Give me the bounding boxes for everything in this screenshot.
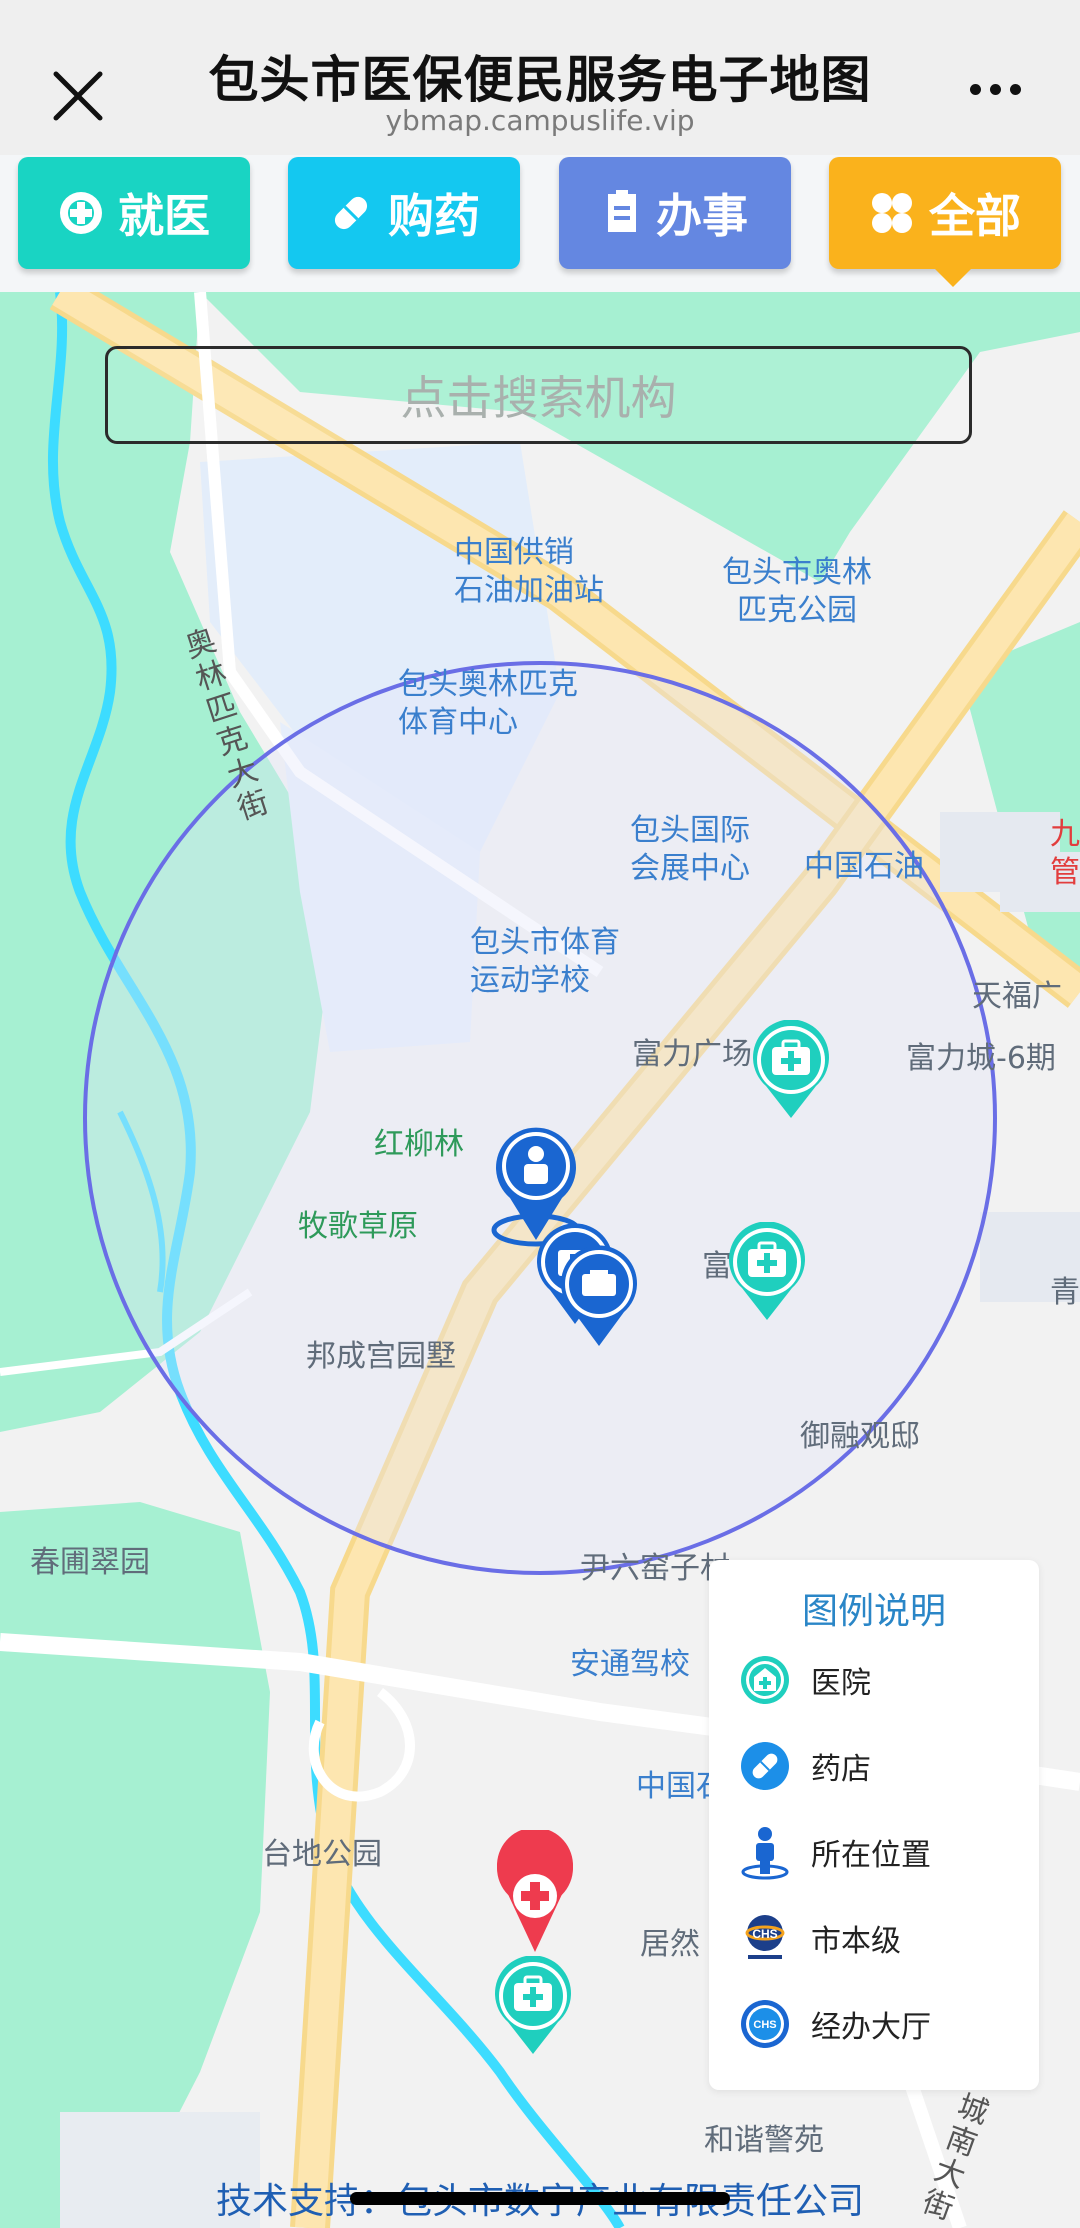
red-cross-pin-icon: [497, 1827, 573, 1952]
map-label-sports-center: 包头奥林匹克 体育中心: [398, 666, 578, 742]
page-title: 包头市医保便民服务电子地图: [208, 51, 872, 109]
hospital-marker[interactable]: [490, 1955, 576, 2060]
map-label-bangcheng: 邦成宫园墅: [306, 1339, 456, 1374]
service-hall-pin-icon: [561, 1245, 637, 1346]
map-label-line: 包头国际 会展中心: [630, 813, 750, 886]
category-service-button[interactable]: 办事: [559, 157, 791, 269]
pharmacy-icon: [739, 1740, 791, 1792]
map-label-fuli-city: 富力城-6期: [906, 1041, 1056, 1076]
map-label-juran: 居然: [640, 1927, 700, 1962]
map-label-qing: 青: [1050, 1275, 1080, 1310]
map-label-jiu: 九 管: [1050, 816, 1080, 892]
category-label: 全部: [929, 189, 1021, 243]
hospital-marker[interactable]: [724, 1221, 810, 1326]
more-dot-icon: [970, 84, 981, 95]
legend-item-hospital: 医院: [739, 1650, 871, 1710]
map-label-sports-school: 包头市体育 运动学校: [470, 924, 620, 1000]
map-label-line: 包头市体育 运动学校: [470, 925, 620, 998]
more-dot-icon: [1010, 84, 1021, 95]
close-button[interactable]: [50, 68, 106, 124]
map-label-line: 包头奥林匹克 体育中心: [398, 667, 578, 740]
legend-item-pharmacy: 药店: [739, 1736, 871, 1796]
map-label-gas-station: 中国供销 石油加油站: [454, 534, 604, 610]
legend-label: 医院: [811, 1666, 871, 1701]
four-leaf-icon: [869, 190, 915, 236]
hospital-marker[interactable]: [748, 1019, 834, 1124]
legend-item-service-hall: CHS 经办大厅: [739, 1994, 931, 2054]
category-medical-button[interactable]: 就医: [18, 157, 250, 269]
more-menu-button[interactable]: [970, 80, 1030, 110]
legend-label: 市本级: [811, 1924, 901, 1959]
category-label: 购药: [388, 189, 480, 243]
map-label-expo-center: 包头国际 会展中心: [630, 812, 750, 888]
chs-logo-icon: CHS: [739, 1912, 791, 1964]
map-label-hongliulin: 红柳林: [374, 1127, 464, 1162]
medical-cross-icon: [58, 190, 104, 236]
search-input[interactable]: 点击搜索机构: [105, 346, 972, 444]
more-dot-icon: [990, 84, 1001, 95]
map-label-line: 中国供销 石油加油站: [454, 535, 604, 608]
hospital-pin-icon: [753, 1019, 829, 1118]
document-icon: [602, 190, 642, 236]
map-label-taidi: 台地公园: [262, 1837, 382, 1872]
location-person-icon: [739, 1826, 791, 1880]
category-bar: 就医 购药 办事 全部: [0, 155, 1080, 292]
close-icon: [53, 71, 103, 121]
map-label-muge: 牧歌草原: [298, 1209, 418, 1244]
legend-item-city-level: CHS 市本级: [739, 1908, 901, 1968]
hospital-icon: [739, 1654, 791, 1706]
svg-text:CHS: CHS: [752, 1927, 777, 1941]
svg-text:CHS: CHS: [753, 2019, 776, 2031]
service-hall-marker[interactable]: [556, 1244, 642, 1352]
map-label-olympic-park: 包头市奥林 匹克公园: [722, 554, 872, 630]
legend-label: 药店: [811, 1752, 871, 1787]
map-label-line: 九 管: [1050, 817, 1080, 890]
category-label: 办事: [656, 189, 748, 243]
map-label-tianfu: 天福广: [972, 979, 1062, 1014]
map-label-yurong: 御融观邸: [800, 1419, 920, 1454]
page-url: ybmap.campuslife.vip: [385, 104, 695, 137]
category-label: 就医: [118, 189, 210, 243]
map-label-antong: 安通驾校: [570, 1647, 690, 1682]
map-label-line: 包头市奥林 匹克公园: [722, 555, 872, 628]
map-label-fuli-plaza: 富力广场: [632, 1037, 752, 1072]
legend-item-location: 所在位置: [739, 1822, 931, 1882]
home-indicator[interactable]: [350, 2192, 730, 2205]
hospital-pin-icon: [729, 1221, 805, 1320]
title-bar: 包头市医保便民服务电子地图 ybmap.campuslife.vip: [0, 0, 1080, 155]
category-all-button[interactable]: 全部: [829, 157, 1061, 287]
map-view[interactable]: 点击搜索机构 中国供销 石油加油站 包头市奥林 匹克公园 奥林匹克大街 包头奥林…: [0, 292, 1080, 2228]
category-pharmacy-button[interactable]: 购药: [288, 157, 520, 269]
pill-icon: [328, 190, 374, 236]
hospital-pin-icon: [495, 1955, 571, 2054]
map-label-yinliu: 尹六窑子村: [580, 1551, 730, 1586]
map-label-hexie: 和谐警苑: [704, 2123, 824, 2158]
legend-title: 图例说明: [801, 1591, 946, 1632]
map-label-chunpu: 春圃翠园: [30, 1545, 150, 1580]
legend-label: 经办大厅: [811, 2010, 931, 2045]
service-hall-icon: CHS: [739, 1998, 791, 2050]
map-label-petrochina: 中国石油: [804, 849, 924, 884]
legend-label: 所在位置: [811, 1838, 931, 1873]
red-hospital-marker[interactable]: [494, 1827, 576, 1958]
map-legend: 图例说明 医院 药店 所在位置 CHS 市本级 CHS 经办大厅: [709, 1560, 1039, 2090]
